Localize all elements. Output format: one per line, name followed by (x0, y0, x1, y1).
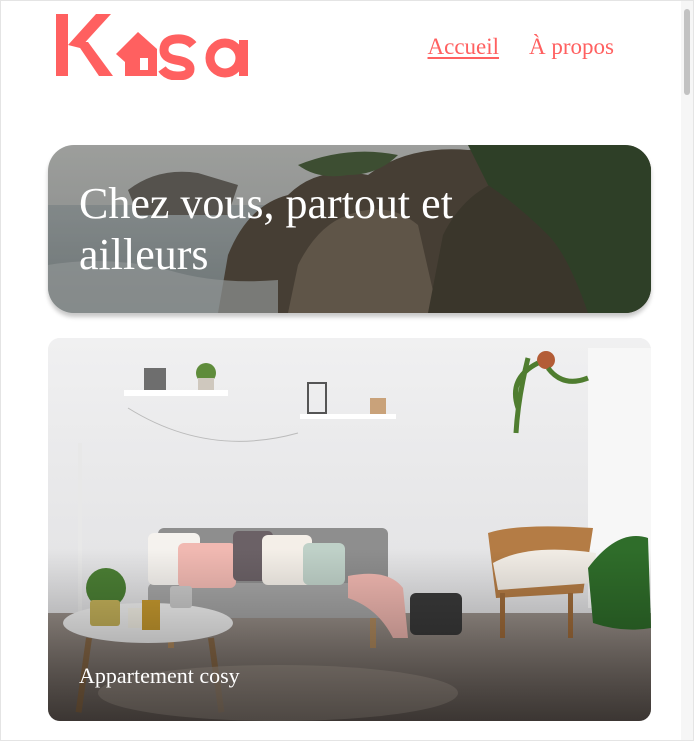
kasa-logo[interactable] (56, 10, 266, 80)
nav-link-a-propos[interactable]: À propos (529, 34, 614, 60)
nav-link-accueil[interactable]: Accueil (428, 34, 500, 60)
listing-card[interactable]: Appartement cosy (48, 338, 651, 721)
banner-title: Chez vous, partout et ailleurs (79, 179, 453, 279)
scrollbar-thumb[interactable] (684, 9, 690, 95)
main-nav: Accueil À propos (428, 34, 615, 60)
hero-banner: Chez vous, partout et ailleurs (48, 145, 651, 313)
listing-card-title: Appartement cosy (79, 663, 240, 688)
kasa-logo-graphic (56, 14, 248, 80)
vertical-scrollbar[interactable] (681, 1, 693, 740)
